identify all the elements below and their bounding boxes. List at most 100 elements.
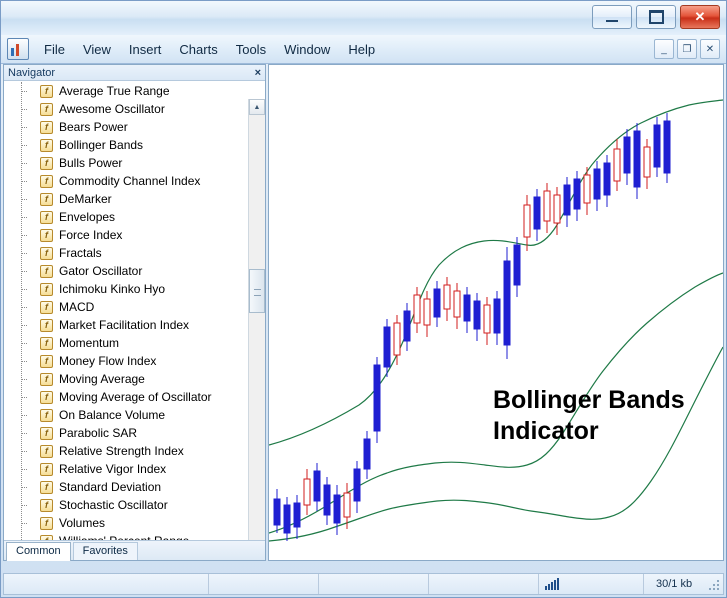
list-item-label: Awesome Oscillator [59,102,165,116]
list-item[interactable]: f Force Index [4,226,248,244]
resize-grip-icon[interactable] [707,578,721,592]
tree-tick [21,307,27,309]
menu-tools[interactable]: Tools [227,38,275,61]
list-item[interactable]: f Standard Deviation [4,478,248,496]
list-item[interactable]: f Market Facilitation Index [4,316,248,334]
menu-window[interactable]: Window [275,38,339,61]
tree-tick [21,397,27,399]
list-item[interactable]: f Bears Power [4,118,248,136]
indicator-function-icon: f [40,444,53,458]
tree-tick [21,325,27,327]
list-item[interactable]: f Commodity Channel Index [4,172,248,190]
menu-help[interactable]: Help [339,38,384,61]
list-item[interactable]: f DeMarker [4,190,248,208]
list-item-label: Envelopes [59,210,116,224]
menu-insert[interactable]: Insert [120,38,171,61]
indicator-function-icon: f [40,210,53,224]
list-item-label: Money Flow Index [59,354,157,368]
tree-tick [21,505,27,507]
status-cell-5 [539,574,644,594]
close-button[interactable]: ✕ [680,5,720,29]
list-item[interactable]: f Awesome Oscillator [4,100,248,118]
list-item-label: Bulls Power [59,156,123,170]
tree-tick [21,181,27,183]
list-item-label: Relative Strength Index [59,444,184,458]
navigator-scrollbar[interactable]: ▲ ▼ [248,99,265,542]
mdi-minimize-button[interactable]: _ [654,39,674,59]
tree-tick [21,523,27,525]
indicator-function-icon: f [40,246,53,260]
list-item[interactable]: f Stochastic Oscillator [4,496,248,514]
mdi-close-button[interactable]: ✕ [700,39,720,59]
list-item[interactable]: f Ichimoku Kinko Hyo [4,280,248,298]
list-item[interactable]: f Fractals [4,244,248,262]
minimize-icon [606,20,618,22]
list-item-label: Force Index [59,228,123,242]
list-item-label: Fractals [59,246,102,260]
candlestick-series [273,113,671,541]
chart-caption-line1: Bollinger Bands [493,386,685,414]
list-item[interactable]: f Gator Oscillator [4,262,248,280]
mdi-restore-button[interactable]: ❐ [677,39,697,59]
list-item-label: Ichimoku Kinko Hyo [59,282,166,296]
tree-tick [21,271,27,273]
indicator-function-icon: f [40,408,53,422]
list-item[interactable]: f Bulls Power [4,154,248,172]
tree-tick [21,235,27,237]
menu-charts[interactable]: Charts [170,38,226,61]
list-item[interactable]: f Bollinger Bands [4,136,248,154]
list-item[interactable]: f Relative Strength Index [4,442,248,460]
list-item-label: Stochastic Oscillator [59,498,168,512]
list-item[interactable]: f On Balance Volume [4,406,248,424]
scroll-up-arrow-icon[interactable]: ▲ [249,99,265,115]
tree-tick [21,109,27,111]
indicator-function-icon: f [40,336,53,350]
list-item-label: On Balance Volume [59,408,166,422]
status-cell-2 [209,574,319,594]
navigator-title-bar: Navigator × [4,65,265,81]
tree-tick [21,433,27,435]
chart-panel[interactable]: Bollinger Bands Indicator [268,64,724,561]
maximize-icon [648,10,664,24]
list-item-label: Average True Range [59,84,170,98]
status-cell-4 [429,574,539,594]
indicator-function-icon: f [40,282,53,296]
list-item[interactable]: f Parabolic SAR [4,424,248,442]
list-item[interactable]: f Average True Range [4,82,248,100]
list-item[interactable]: f Relative Vigor Index [4,460,248,478]
indicator-function-icon: f [40,138,53,152]
list-item-label: Moving Average [59,372,145,386]
maximize-button[interactable] [636,5,676,29]
indicator-function-icon: f [40,228,53,242]
list-item[interactable]: f Moving Average of Oscillator [4,388,248,406]
list-item[interactable]: f Envelopes [4,208,248,226]
menu-file[interactable]: File [35,38,74,61]
navigator-panel: Navigator × f Average True Range f Awesome … [3,64,266,561]
indicator-function-icon: f [40,300,53,314]
list-item[interactable]: f Money Flow Index [4,352,248,370]
list-item-label: Parabolic SAR [59,426,138,440]
list-item[interactable]: f Momentum [4,334,248,352]
bollinger-bands-chart [269,99,723,542]
tab-favorites[interactable]: Favorites [72,542,138,560]
tree-tick [21,145,27,147]
list-item-label: Relative Vigor Index [59,462,167,476]
list-item-label: DeMarker [59,192,112,206]
indicator-list[interactable]: f Average True Range f Awesome Oscillator f B… [4,82,248,542]
list-item[interactable]: f Moving Average [4,370,248,388]
tree-tick [21,91,27,93]
indicator-function-icon: f [40,192,53,206]
navigator-body: f Average True Range f Awesome Oscillator f B… [4,82,265,542]
signal-bars-icon [545,578,559,590]
minimize-button[interactable] [592,5,632,29]
tab-common[interactable]: Common [6,542,71,561]
scrollbar-thumb[interactable] [249,269,265,313]
tree-tick [21,343,27,345]
menu-view[interactable]: View [74,38,120,61]
navigator-close-icon[interactable]: × [255,67,261,78]
indicator-function-icon: f [40,390,53,404]
list-item-label: Momentum [59,336,120,350]
menu-bar: File View Insert Charts Tools Window Hel… [1,35,726,64]
list-item[interactable]: f Volumes [4,514,248,532]
list-item[interactable]: f MACD [4,298,248,316]
